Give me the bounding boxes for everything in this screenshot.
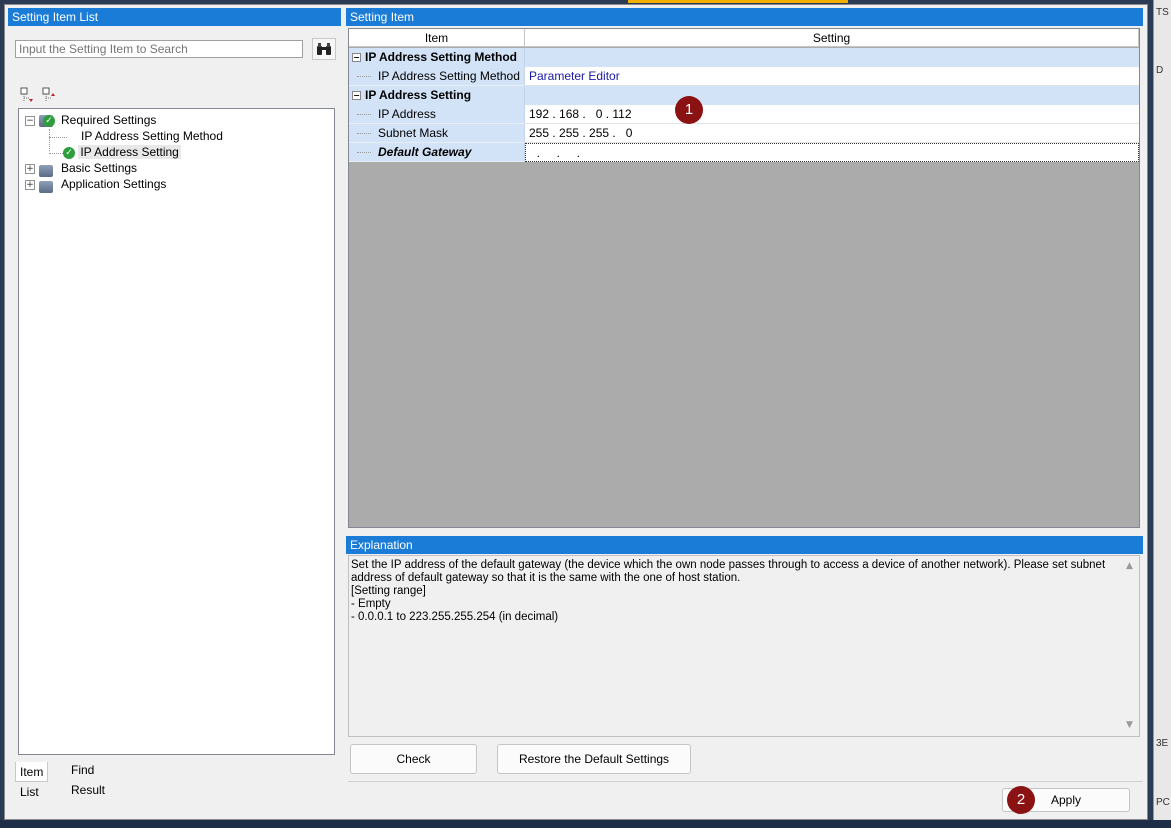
tree-connector [357, 152, 371, 153]
subnet-mask-field[interactable]: 255 . 255 . 255 . 0 [525, 124, 1139, 143]
folder-icon [39, 162, 53, 178]
tab-find-result[interactable]: Find Result [67, 760, 109, 797]
tree-label: Application Settings [61, 177, 167, 191]
setting-item-title: Setting Item [346, 8, 1143, 26]
folder-icon [39, 178, 53, 194]
check-icon: ✓ [43, 115, 55, 127]
tree-connector [357, 76, 371, 77]
setting-item-list-title: Setting Item List [8, 8, 341, 26]
expand-toggle[interactable]: + [25, 180, 35, 190]
column-header-item[interactable]: Item [349, 29, 525, 47]
tree-connector [357, 133, 371, 134]
tree-connector [357, 114, 371, 115]
default-gateway-field[interactable]: . . . [525, 143, 1139, 162]
divider [348, 781, 1143, 782]
parameter-window: Setting Item List − [4, 4, 1148, 820]
tree-label: Basic Settings [61, 161, 138, 175]
collapse-toggle[interactable]: − [25, 116, 35, 126]
restore-defaults-button[interactable]: Restore the Default Settings [497, 744, 691, 774]
item-cell: IP Address [349, 105, 525, 124]
explanation-line: Set the IP address of the default gatewa… [351, 559, 1106, 584]
search-input[interactable] [15, 40, 303, 58]
item-cell: IP Address Setting Method [349, 67, 525, 86]
scroll-up-icon[interactable]: ▲ [1126, 560, 1133, 573]
setting-value-method[interactable]: Parameter Editor [525, 67, 1139, 86]
tree-item-ip-address-setting-method[interactable]: IP Address Setting Method [81, 128, 223, 144]
taskbar [0, 820, 1171, 828]
collapse-all-icon[interactable] [42, 87, 58, 103]
column-header-setting[interactable]: Setting [525, 29, 1139, 47]
side-text: D [1156, 65, 1164, 76]
category-cell: − IP Address Setting Method [349, 48, 525, 67]
step-badge-2: 2 [1007, 786, 1035, 814]
table-row-subnet-mask[interactable]: Subnet Mask 255 . 255 . 255 . 0 [349, 124, 1139, 143]
category-row-ip-method[interactable]: − IP Address Setting Method [349, 48, 1139, 67]
category-row-ip-setting[interactable]: − IP Address Setting [349, 86, 1139, 105]
table-row-default-gateway[interactable]: Default Gateway . . . [349, 143, 1139, 162]
expand-toggle[interactable]: + [25, 164, 35, 174]
scroll-down-icon[interactable]: ▼ [1126, 719, 1133, 732]
explanation-line: [Setting range] [351, 585, 426, 597]
setting-grid: Item Setting − IP Address Setting Method… [348, 28, 1140, 528]
tree-label: IP Address Setting Method [81, 129, 223, 143]
category-label: IP Address Setting Method [365, 50, 518, 64]
category-cell: − IP Address Setting [349, 86, 525, 105]
category-label: IP Address Setting [365, 88, 472, 102]
tree-connector [49, 137, 67, 138]
explanation-title: Explanation [346, 536, 1143, 554]
explanation-line: - 0.0.0.1 to 223.255.255.254 (in decimal… [351, 611, 559, 623]
tree-item-ip-address-setting[interactable]: ✓ IP Address Setting [63, 144, 181, 160]
setting-tree: − ✓ Required Settings IP Address Setting… [18, 108, 335, 755]
background-app-panel: TS D 3E PC [1153, 0, 1171, 828]
step-badge-1: 1 [675, 96, 703, 124]
explanation-scrollbar[interactable]: ▲ ▼ [1125, 560, 1137, 732]
side-text: TS [1156, 7, 1169, 18]
item-cell: Default Gateway [349, 143, 525, 162]
tab-item-list[interactable]: Item List [15, 762, 49, 799]
item-label: IP Address [378, 107, 436, 121]
category-setting-cell [525, 48, 1139, 67]
item-cell: Subnet Mask [349, 124, 525, 143]
tree-connector [49, 129, 50, 151]
ip-address-field[interactable]: 192 . 168 . 0 . 112 [525, 105, 1139, 124]
side-text: 3E [1156, 738, 1169, 749]
table-row-ip-method[interactable]: IP Address Setting Method Parameter Edit… [349, 67, 1139, 86]
tree-label: Required Settings [61, 113, 157, 127]
window-accent-line [628, 0, 848, 3]
collapse-toggle[interactable]: − [352, 91, 361, 100]
explanation-line: - Empty [351, 598, 391, 610]
check-button[interactable]: Check [350, 744, 477, 774]
tree-connector [49, 153, 63, 154]
item-label: IP Address Setting Method [378, 69, 520, 83]
item-label: Default Gateway [378, 145, 472, 159]
collapse-toggle[interactable]: − [352, 53, 361, 62]
category-setting-cell [525, 86, 1139, 105]
item-label: Subnet Mask [378, 126, 449, 140]
expand-all-icon[interactable] [20, 87, 36, 103]
side-text: PC [1156, 797, 1170, 808]
explanation-text: Set the IP address of the default gatewa… [348, 555, 1140, 737]
search-button[interactable] [312, 38, 336, 60]
table-row-ip-address[interactable]: IP Address 192 . 168 . 0 . 112 [349, 105, 1139, 124]
binoculars-icon [317, 43, 331, 55]
tree-label: IP Address Setting [78, 145, 181, 159]
check-icon: ✓ [63, 146, 75, 159]
